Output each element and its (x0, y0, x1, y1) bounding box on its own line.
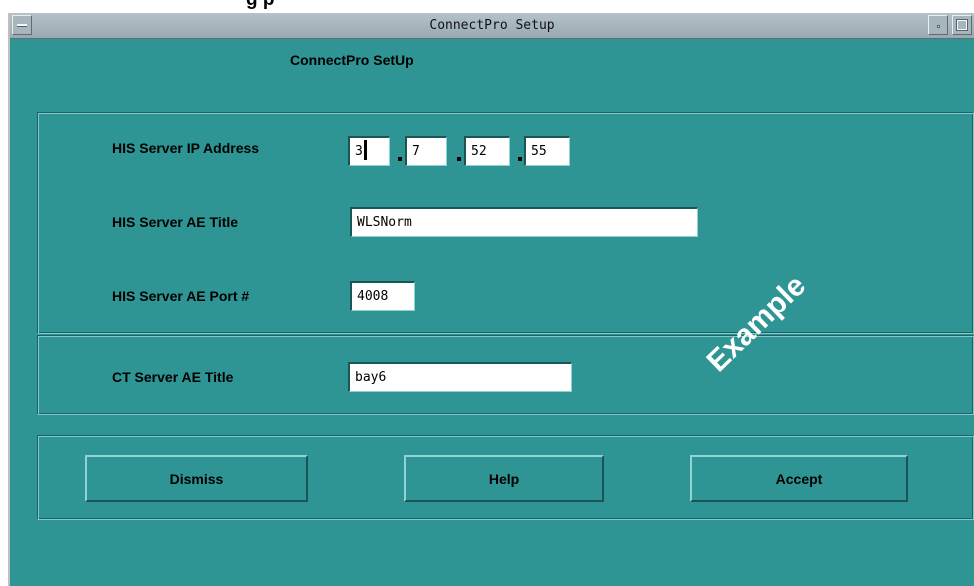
dialog-title: ConnectPro SetUp (290, 52, 414, 68)
his-ae-port-label: HIS Server AE Port # (112, 288, 250, 304)
his-ip-octet-1[interactable] (348, 136, 390, 166)
help-button[interactable]: Help (404, 455, 604, 502)
his-ip-octet-3[interactable] (464, 136, 510, 166)
ip-separator-3 (518, 157, 522, 161)
ct-ae-title-label: CT Server AE Title (112, 369, 234, 385)
his-ip-octet-4[interactable] (524, 136, 570, 166)
accept-button[interactable]: Accept (690, 455, 908, 502)
dismiss-button[interactable]: Dismiss (85, 455, 308, 502)
ct-ae-title-input[interactable] (348, 362, 572, 392)
text-cursor (364, 140, 367, 160)
his-ip-label: HIS Server IP Address (112, 140, 260, 156)
his-ae-title-label: HIS Server AE Title (112, 214, 239, 230)
his-ae-title-input[interactable] (350, 207, 698, 237)
his-ae-port-input[interactable] (350, 281, 415, 311)
window-titlebar[interactable]: ConnectPro Setup (10, 13, 974, 39)
window-title: ConnectPro Setup (429, 18, 555, 33)
minimize-icon[interactable] (928, 15, 948, 35)
ip-separator-1 (398, 157, 402, 161)
document-heading-fragment: g p (246, 0, 275, 10)
his-ip-octet-2[interactable] (405, 136, 447, 166)
ip-separator-2 (457, 157, 461, 161)
maximize-icon[interactable] (952, 15, 972, 35)
